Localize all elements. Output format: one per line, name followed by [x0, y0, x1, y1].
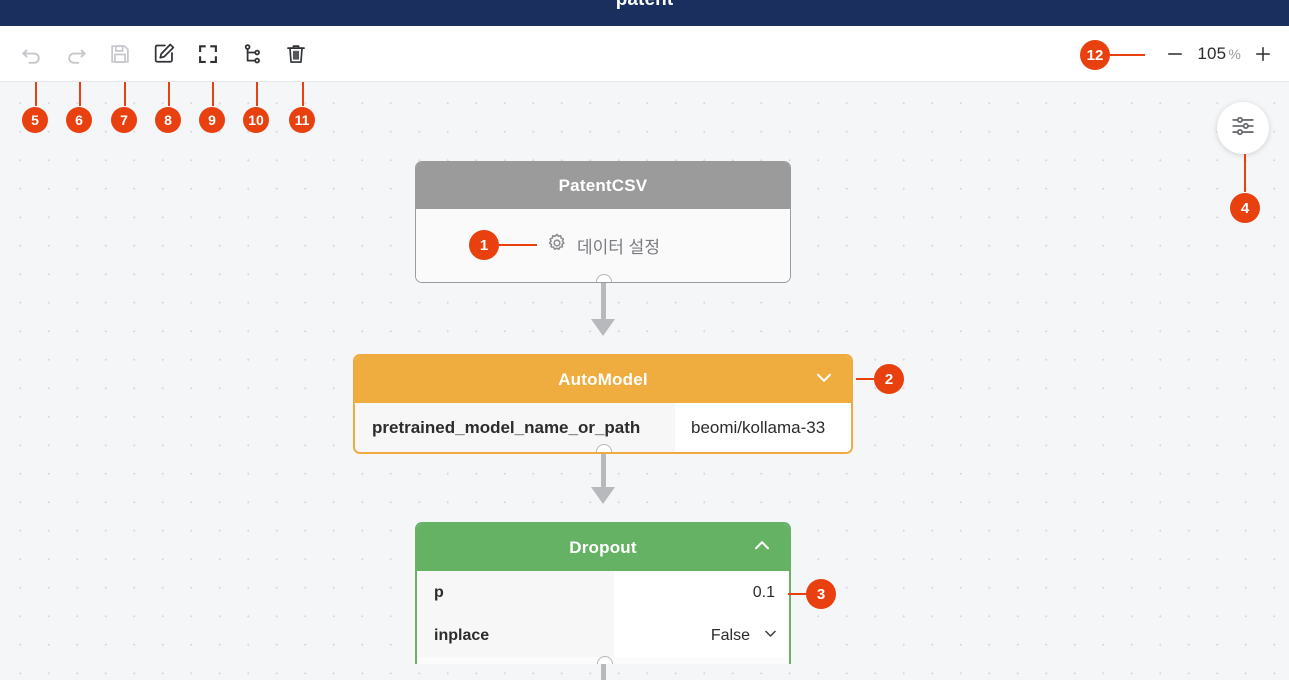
annotation-badge-9: 9 [199, 107, 225, 133]
edge-arrow-automodel [591, 319, 615, 336]
dropout-inplace-select[interactable]: False [614, 614, 789, 657]
dropout-param-name-inplace: inplace [434, 626, 490, 644]
node-dropout-title: Dropout [569, 537, 637, 557]
node-automodel-header: AutoModel [355, 356, 851, 403]
gear-icon [546, 232, 568, 259]
node-dropout-output-handle[interactable] [597, 656, 613, 664]
dropout-param-row-inplace: inplace False [417, 614, 789, 657]
leader-8 [167, 82, 170, 106]
node-patentcsv-output-handle[interactable] [596, 274, 612, 282]
redo-icon [64, 42, 88, 66]
save-icon [109, 43, 131, 65]
node-patentcsv-header: PatentCSV [416, 162, 790, 209]
toolbar-edit[interactable] [152, 42, 176, 66]
trash-icon [285, 43, 307, 65]
patentcsv-data-settings-label: 데이터 설정 [577, 238, 660, 257]
annotation-badge-6: 6 [66, 107, 92, 133]
edge-arrow-dropout [591, 487, 615, 504]
annotation-badge-1: 1 [469, 230, 499, 260]
node-patentcsv-title: PatentCSV [558, 175, 648, 195]
leader-5 [34, 82, 37, 106]
edit-icon [153, 42, 176, 65]
zoom-unit: % [1228, 45, 1241, 62]
node-automodel-title: AutoModel [558, 369, 648, 389]
annotation-badge-5: 5 [22, 107, 48, 133]
annotation-badge-4: 4 [1230, 193, 1260, 223]
toolbar-delete[interactable] [284, 42, 308, 66]
zoom-level-value: 105 [1197, 43, 1227, 63]
leader-7 [123, 82, 126, 106]
leader-4 [1243, 154, 1246, 192]
git-branch-icon [241, 43, 263, 65]
annotation-badge-2: 2 [874, 364, 904, 394]
toolbar-save[interactable] [108, 42, 132, 66]
automodel-collapse-chevron[interactable] [813, 366, 835, 393]
undo-icon [20, 42, 44, 66]
annotation-badge-8: 8 [155, 107, 181, 133]
leader-1 [497, 244, 537, 247]
edge-patentcsv-automodel [600, 282, 606, 322]
annotation-badge-12: 12 [1080, 40, 1110, 70]
node-dropout-header: Dropout [417, 524, 789, 571]
toolbar-button-group [20, 26, 308, 81]
sliders-icon [1230, 113, 1256, 144]
zoom-out-button[interactable] [1165, 44, 1185, 64]
leader-10 [255, 82, 258, 106]
leader-11 [301, 82, 304, 106]
chevron-down-icon [762, 625, 779, 647]
dropout-collapse-chevron[interactable] [751, 534, 773, 561]
node-dropout[interactable]: Dropout p 0.1 inplace False [415, 522, 791, 664]
annotation-badge-3: 3 [806, 579, 836, 609]
toolbar-undo[interactable] [20, 42, 44, 66]
fullscreen-icon [197, 43, 219, 65]
annotation-badge-10: 10 [243, 107, 269, 133]
dropout-inplace-value: False [710, 626, 750, 644]
node-patentcsv[interactable]: PatentCSV 데이터 설정 [415, 161, 791, 283]
flow-canvas[interactable]: PatentCSV 데이터 설정 AutoModel pretrained_mo… [0, 82, 1289, 680]
toolbar-redo[interactable] [64, 42, 88, 66]
zoom-in-button[interactable] [1253, 44, 1273, 64]
dropout-param-name-p: p [434, 583, 444, 601]
settings-fab[interactable] [1217, 102, 1269, 154]
annotation-badge-11: 11 [289, 107, 315, 133]
leader-6 [78, 82, 81, 106]
automodel-param-value[interactable]: beomi/kollama-33 [675, 403, 851, 452]
page-title: patent [0, 0, 1289, 13]
annotation-badge-7: 7 [111, 107, 137, 133]
chevron-up-icon [751, 534, 773, 561]
automodel-param-name: pretrained_model_name_or_path [372, 417, 641, 437]
node-automodel[interactable]: AutoModel pretrained_model_name_or_path … [353, 354, 853, 454]
leader-12 [1107, 54, 1145, 57]
window-title-bar: patent [0, 0, 1289, 26]
dropout-param-row-p: p 0.1 [417, 571, 789, 614]
node-automodel-output-handle[interactable] [596, 444, 612, 452]
chevron-down-icon [813, 366, 835, 393]
dropout-p-value[interactable]: 0.1 [614, 571, 789, 614]
zoom-level-label: 105% [1197, 44, 1241, 64]
zoom-control: 105% [1165, 26, 1273, 81]
toolbar-branch[interactable] [240, 42, 264, 66]
edge-automodel-dropout [600, 450, 606, 490]
toolbar-fit-view[interactable] [196, 42, 220, 66]
edge-dropout-next [600, 664, 606, 680]
leader-9 [211, 82, 214, 106]
workflow-editor: patent [0, 0, 1289, 680]
